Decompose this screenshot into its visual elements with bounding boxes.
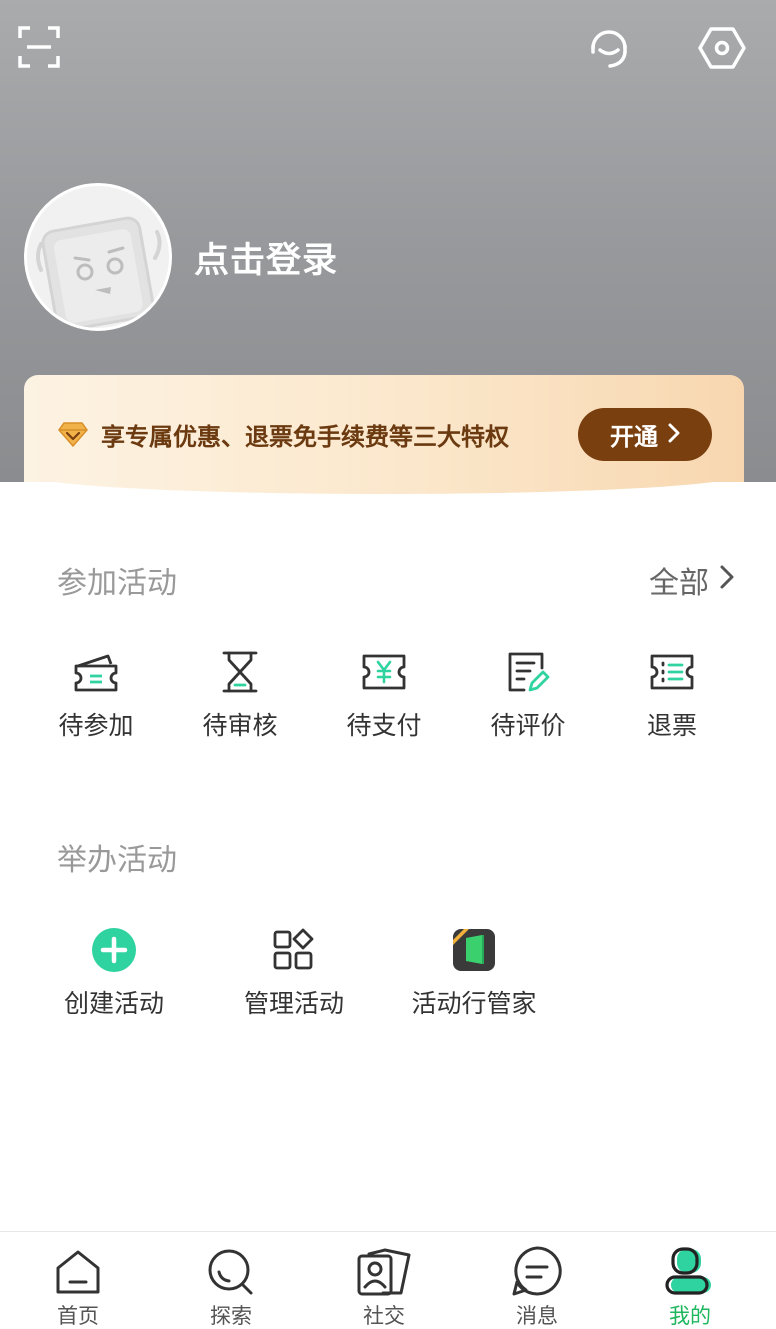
- search-icon: [207, 1246, 255, 1298]
- profile-icon: [665, 1246, 715, 1298]
- refund-icon: [648, 648, 696, 696]
- tab-home[interactable]: 首页: [13, 1232, 143, 1329]
- vip-banner[interactable]: 享专属优惠、退票免手续费等三大特权 开通: [24, 375, 744, 483]
- hourglass-icon: [220, 648, 260, 696]
- see-all-link[interactable]: 全部: [649, 558, 735, 602]
- avatar[interactable]: [24, 183, 172, 331]
- diamond-icon: [58, 421, 88, 451]
- pending-evaluation-item[interactable]: 待评价: [468, 648, 588, 742]
- pending-payment-item[interactable]: 待支付: [324, 648, 444, 742]
- join-activities-title: 参加活动: [57, 566, 177, 601]
- tab-messages-label: 消息: [516, 1304, 558, 1328]
- vip-benefit-text: 享专属优惠、退票免手续费等三大特权: [101, 423, 509, 451]
- home-icon: [54, 1246, 102, 1298]
- manage-activity-item[interactable]: 管理活动: [234, 926, 354, 1020]
- payment-icon: [360, 648, 408, 696]
- tab-messages[interactable]: 消息: [472, 1232, 602, 1329]
- tab-profile[interactable]: 我的: [625, 1232, 755, 1329]
- plus-circle-icon: [91, 926, 137, 974]
- refund-item[interactable]: 退票: [612, 648, 732, 742]
- manage-activity-label: 管理活动: [243, 989, 344, 1018]
- bottom-tab-bar: 首页 探索 社交 消息 我的: [0, 1231, 776, 1329]
- tab-social-label: 社交: [363, 1304, 405, 1328]
- default-avatar-illustration: [36, 216, 162, 328]
- tab-explore[interactable]: 探索: [166, 1232, 296, 1329]
- scan-icon[interactable]: [18, 26, 60, 68]
- chevron-right-icon: [668, 421, 680, 449]
- ticket-icon: [72, 648, 120, 696]
- pending-join-label: 待参加: [58, 711, 134, 740]
- see-all-label: 全部: [649, 566, 709, 601]
- contacts-icon: [357, 1246, 411, 1298]
- activity-manager-label: 活动行管家: [411, 989, 537, 1018]
- pending-join-item[interactable]: 待参加: [36, 648, 156, 742]
- create-activity-item[interactable]: 创建活动: [54, 926, 174, 1020]
- review-icon: [506, 648, 550, 696]
- open-vip-label: 开通: [610, 423, 658, 451]
- refund-label: 退票: [646, 711, 697, 740]
- host-activities-title: 举办活动: [57, 843, 177, 878]
- settings-icon[interactable]: [698, 24, 746, 72]
- customer-service-icon[interactable]: [586, 24, 632, 70]
- manager-app-icon: [452, 926, 496, 974]
- apps-icon: [272, 926, 316, 974]
- tab-home-label: 首页: [57, 1304, 99, 1328]
- pending-review-label: 待审核: [202, 711, 278, 740]
- activity-manager-app-item[interactable]: 活动行管家: [411, 926, 537, 1020]
- create-activity-label: 创建活动: [63, 989, 164, 1018]
- pending-evaluation-label: 待评价: [490, 711, 566, 740]
- open-vip-button[interactable]: 开通: [578, 408, 712, 461]
- tab-social[interactable]: 社交: [319, 1232, 449, 1329]
- tab-explore-label: 探索: [210, 1304, 252, 1328]
- chevron-right-icon: [719, 563, 735, 598]
- tab-profile-label: 我的: [669, 1304, 711, 1328]
- login-prompt[interactable]: 点击登录: [194, 232, 338, 283]
- pending-payment-label: 待支付: [346, 711, 422, 740]
- pending-review-item[interactable]: 待审核: [180, 648, 300, 742]
- message-icon: [511, 1246, 563, 1298]
